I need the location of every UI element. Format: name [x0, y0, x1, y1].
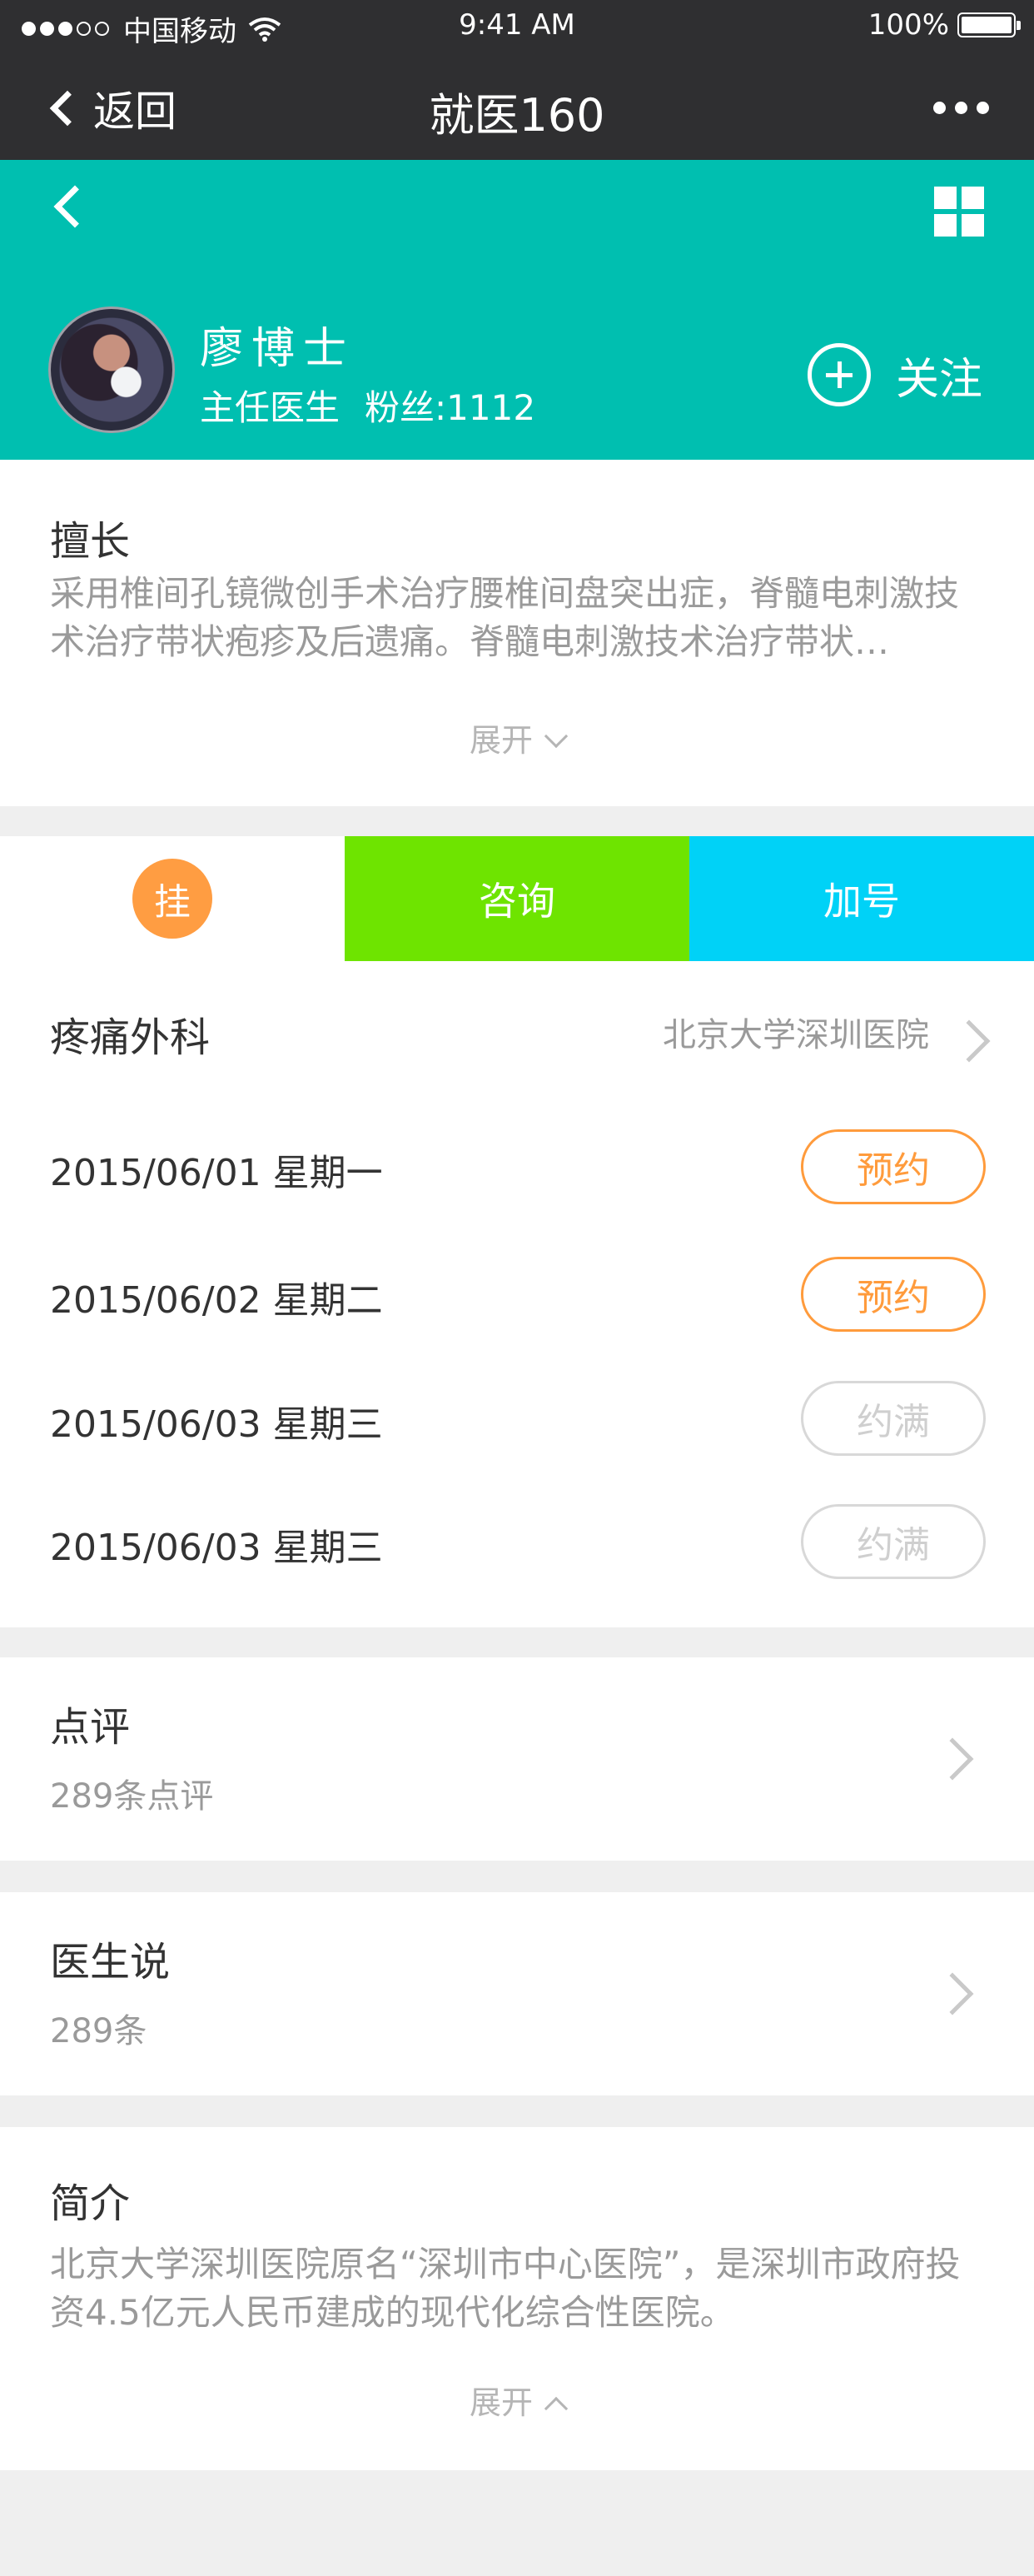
chevron-down-icon	[544, 724, 569, 749]
navigation-bar: 返回 就医160	[0, 53, 1034, 160]
back-arrow-icon[interactable]	[53, 185, 97, 228]
battery-percentage: 100%	[867, 8, 949, 42]
expertise-title: 擅长	[50, 518, 131, 565]
intro-description: 北京大学深圳医院原名“深圳市中心医院”，是深圳市政府投资4.5亿元人民币建成的现…	[50, 2244, 961, 2333]
schedule-row: 2015/06/02 星期二 预约	[0, 1230, 1034, 1355]
doctor-avatar	[48, 306, 175, 433]
full-status-badge: 约满	[801, 1381, 986, 1456]
fans-count: 粉丝:1112	[365, 387, 536, 428]
full-status-badge: 约满	[801, 1504, 986, 1579]
tab-register[interactable]: 挂	[0, 836, 345, 961]
intro-title: 简介	[50, 2180, 131, 2227]
plus-circle-icon	[808, 343, 871, 406]
book-button[interactable]: 预约	[801, 1129, 986, 1204]
status-right: 100%	[867, 8, 1021, 42]
schedule-date: 2015/06/03 星期三	[50, 1527, 383, 1569]
tab-consult[interactable]: 咨询	[345, 836, 689, 961]
schedule-date: 2015/06/01 星期一	[50, 1152, 383, 1194]
doctor-says-title: 医生说	[50, 1939, 171, 1986]
doctor-says-count: 289条	[50, 2012, 147, 2050]
expertise-description: 采用椎间孔镜微创手术治疗腰椎间盘突出症，脊髓电刺激技术治疗带状疱疹及后遗痛。脊髓…	[50, 573, 960, 662]
hospital-name: 北京大学深圳医院	[663, 1016, 929, 1054]
intro-expand-button[interactable]: 展开	[0, 2377, 1034, 2423]
doctor-name: 廖博士	[200, 324, 355, 374]
reviews-row[interactable]: 点评 289条点评	[0, 1657, 1034, 1861]
reviews-count: 289条点评	[50, 1777, 214, 1816]
reviews-title: 点评	[50, 1704, 131, 1751]
grid-menu-icon[interactable]	[934, 187, 984, 237]
schedule-row: 2015/06/01 星期一 预约	[0, 1103, 1034, 1228]
doctor-header: 廖博士 主任医生 粉丝:1112 关注	[0, 160, 1034, 460]
chevron-right-icon	[931, 1737, 974, 1781]
chevron-up-icon	[544, 2396, 569, 2421]
battery-icon	[957, 12, 1021, 37]
introduction-card: 简介 北京大学深圳医院原名“深圳市中心医院”，是深圳市政府投资4.5亿元人民币建…	[0, 2127, 1034, 2470]
schedule-date: 2015/06/02 星期二	[50, 1279, 383, 1322]
status-bar: 中国移动 9:41 AM 100%	[0, 0, 1034, 53]
tab-add-appointment[interactable]: 加号	[689, 836, 1034, 961]
department-row[interactable]: 疼痛外科 北京大学深圳医院	[0, 961, 1034, 1119]
schedule-date: 2015/06/03 星期三	[50, 1403, 383, 1446]
department-name: 疼痛外科	[50, 1014, 211, 1061]
expertise-expand-button[interactable]: 展开	[0, 715, 1034, 760]
book-button[interactable]: 预约	[801, 1257, 986, 1332]
register-badge: 挂	[132, 859, 212, 939]
expertise-card: 擅长 采用椎间孔镜微创手术治疗腰椎间盘突出症，脊髓电刺激技术治疗带状疱疹及后遗痛…	[0, 460, 1034, 806]
expand-label: 展开	[469, 722, 533, 759]
follow-button[interactable]: 关注	[808, 343, 982, 406]
chevron-right-icon	[931, 1972, 974, 2015]
schedule-row: 2015/06/03 星期三 约满	[0, 1354, 1034, 1479]
service-tabs: 挂 咨询 加号	[0, 836, 1034, 961]
doctor-title: 主任医生	[200, 387, 341, 428]
page-title: 就医160	[429, 89, 605, 142]
more-options-icon[interactable]	[924, 102, 989, 114]
schedule-row: 2015/06/03 星期三 约满	[0, 1477, 1034, 1602]
chevron-right-icon	[947, 1019, 991, 1063]
expand-label: 展开	[469, 2384, 533, 2421]
doctor-info: 主任医生 粉丝:1112	[200, 380, 535, 431]
doctor-says-row[interactable]: 医生说 289条	[0, 1892, 1034, 2095]
follow-label: 关注	[896, 354, 983, 405]
